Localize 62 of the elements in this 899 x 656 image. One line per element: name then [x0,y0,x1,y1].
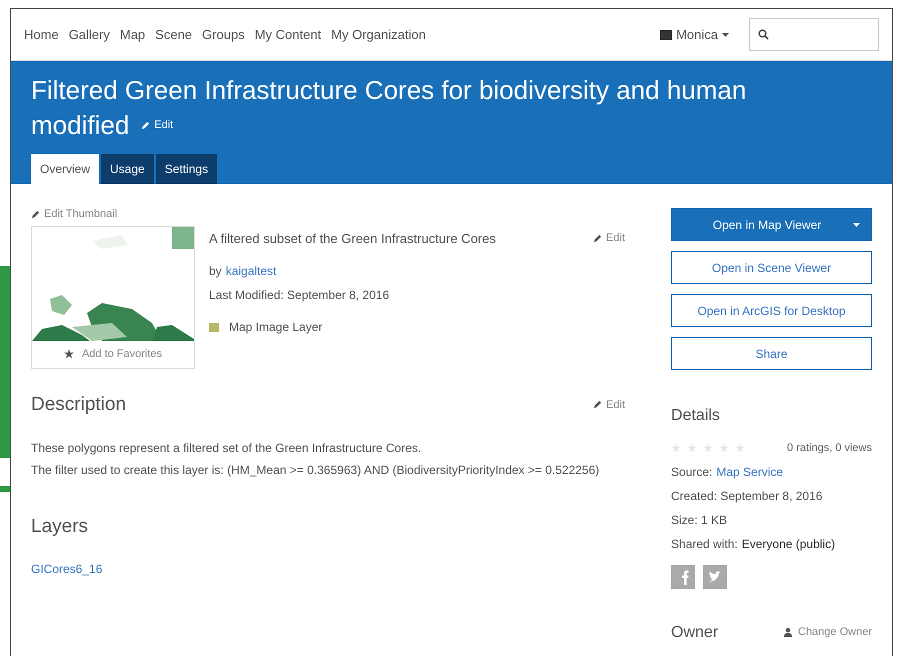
side-bar [0,486,10,492]
star-icon[interactable] [687,443,698,454]
section-heading: Layers [31,515,90,539]
action-button[interactable]: Open in ArcGIS for Desktop [671,294,872,327]
nav-link[interactable]: Scene [155,24,192,44]
star-icon[interactable] [703,443,714,454]
pencil-icon [141,121,150,130]
star-icon[interactable] [671,443,682,454]
search-icon [758,29,769,40]
item-summary: A filtered subset of the Green Infrastructure Cores [209,230,496,248]
action-button[interactable]: Share [671,337,872,370]
source-label: Source: [671,464,712,480]
nav-link[interactable]: Home [24,24,59,44]
favorite-link[interactable]: Add to Favorites [82,346,162,362]
tab[interactable]: Overview [31,154,100,184]
caret-icon [722,32,729,36]
edit-link[interactable]: Edit [606,396,626,413]
avatar-icon [660,30,672,40]
description-text: The filter used to create this layer is: (HM_Mean >= 0.365963) AND (BiodiversityPriorityIndex >= 0.522256) [31,462,600,479]
bird-icon[interactable] [703,564,728,588]
action-button[interactable]: Open in Scene Viewer [671,251,872,284]
nav-link[interactable]: My Content [254,24,322,44]
change-owner-link[interactable]: Change Owner [798,624,872,641]
star-icon[interactable] [719,443,730,454]
section-heading: Description [31,392,126,416]
user-menu[interactable]: Monica [676,24,718,44]
item-type: Map Image Layer [229,319,322,336]
star-icon [64,349,74,359]
edit-link[interactable]: Edit [606,230,626,246]
item-size: Size: 1 KB [671,512,728,528]
owner-link[interactable]: kaigaltest [226,262,276,280]
tab[interactable]: Settings [156,154,218,184]
shared-value: Everyone (public) [742,536,836,552]
share-square-icon[interactable] [671,564,696,588]
rating-count: 0 ratings, 0 views [787,441,872,456]
caret-icon [853,222,860,226]
pencil-icon [593,400,602,410]
section-heading: Details [671,406,721,426]
nav-link[interactable]: Groups [202,24,245,44]
modified-date: Last Modified: September 8, 2016 [209,287,390,304]
search-field[interactable] [749,18,879,51]
item-title: Filtered Green Infrastructure Cores for biodiversity and human [31,74,746,107]
pencil-icon [31,210,40,219]
edit-link[interactable]: Edit Thumbnail [44,206,118,222]
pencil-icon [593,234,602,243]
by-label: by [209,263,222,280]
primary-button[interactable]: Open in Map Viewer [671,208,872,241]
tab[interactable]: Usage [101,154,154,184]
item-title: modified [31,109,130,142]
nav-link[interactable]: My Organization [331,24,426,44]
edit-link[interactable]: Edit [154,108,174,143]
layer-icon [209,322,219,332]
source-link[interactable]: Map Service [716,462,784,480]
person-icon [784,628,792,637]
shared-label: Shared with: [671,536,738,552]
layer-link[interactable]: GICores6_16 [31,560,626,578]
created-date: Created: September 8, 2016 [671,488,824,504]
nav-link[interactable]: Map [120,24,146,44]
section-heading: Owner [671,622,718,642]
star-icon[interactable] [735,443,746,454]
nav-link[interactable]: Gallery [68,24,110,44]
description-text: These polygons represent a filtered set of the Green Infrastructure Cores. [31,440,422,457]
